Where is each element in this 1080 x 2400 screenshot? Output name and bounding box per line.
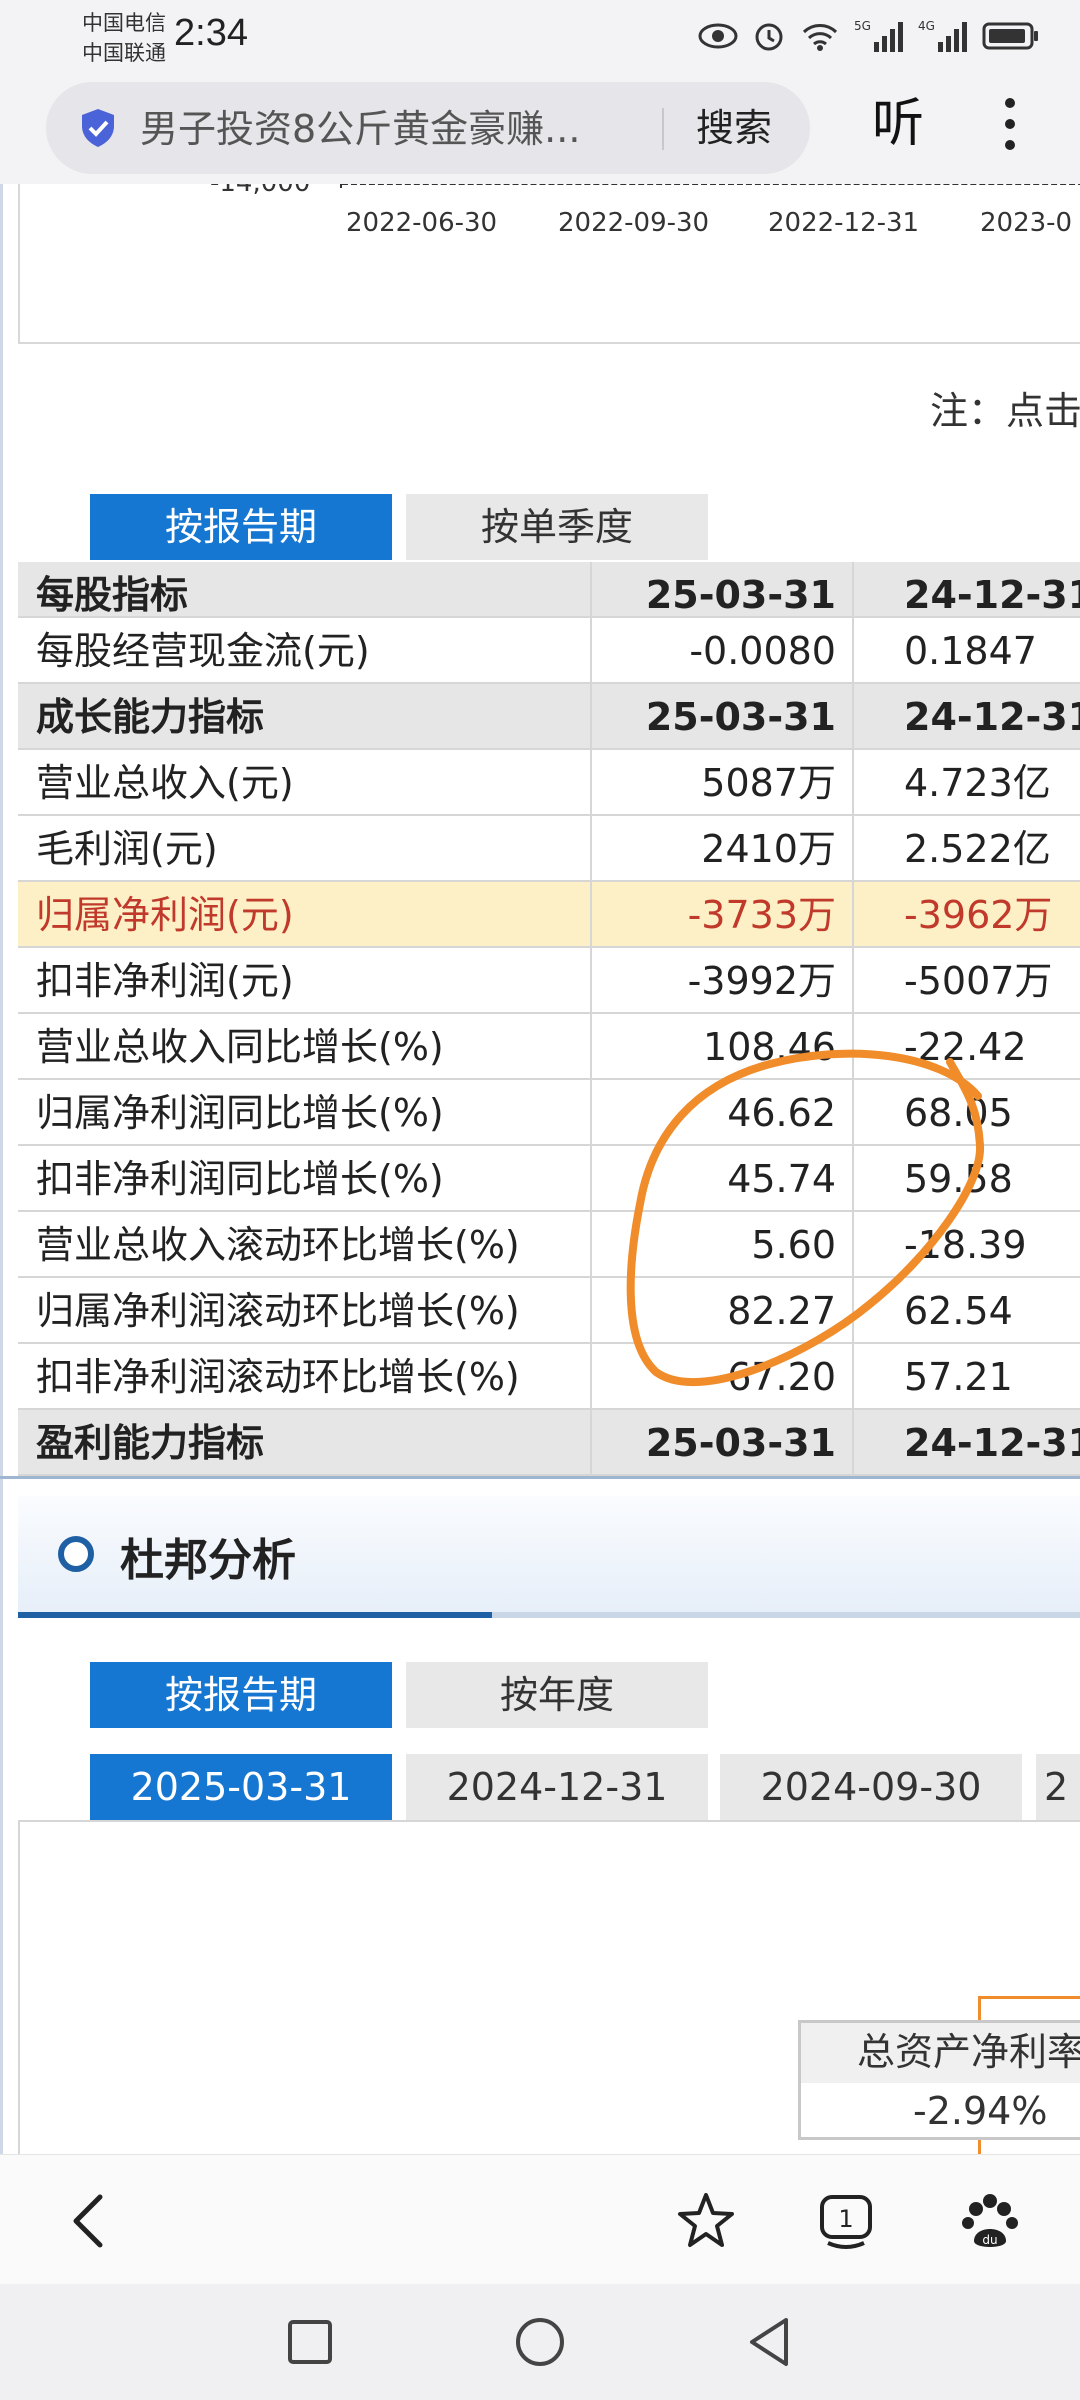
svg-text:5G: 5G <box>854 19 871 33</box>
back-triangle-icon[interactable] <box>740 2312 800 2372</box>
metric-box-roa[interactable]: 总资产净利率 -2.94% <box>798 2020 1080 2140</box>
tab-dupont-by-year[interactable]: 按年度 <box>406 1662 708 1728</box>
row-label: 营业总收入(元) <box>18 750 592 816</box>
recents-square-icon[interactable] <box>280 2312 340 2372</box>
row-label: 扣非净利润滚动环比增长(%) <box>18 1344 592 1410</box>
table-row: 营业总收入(元) 5087万 4.723亿 <box>18 750 1080 816</box>
row-label: 归属净利润同比增长(%) <box>18 1080 592 1146</box>
value-2025-q1: 25-03-31 <box>592 684 854 750</box>
x-tick-label: 2022-06-30 <box>346 208 498 238</box>
date-tab-next[interactable]: 2 <box>1036 1754 1080 1820</box>
back-icon[interactable] <box>58 2189 122 2253</box>
row-label: 扣非净利润同比增长(%) <box>18 1146 592 1212</box>
value-2024-q4: 24-12-31 <box>904 695 1080 739</box>
carrier-2: 中国联通 <box>82 41 166 65</box>
clock: 2:34 <box>174 12 248 54</box>
row-label: 归属净利润滚动环比增长(%) <box>18 1278 592 1344</box>
value-2024-q4: 2.522亿 <box>904 827 1051 871</box>
date-tab-2024-12-31[interactable]: 2024-12-31 <box>406 1754 708 1820</box>
dupont-underline-accent <box>18 1612 492 1618</box>
carrier-1: 中国电信 <box>82 11 166 35</box>
shield-check-icon <box>82 109 114 147</box>
tab-by-report-period[interactable]: 按报告期 <box>90 494 392 560</box>
zero-dashed-line <box>342 184 1080 185</box>
browser-toolbar: 1 du <box>0 2154 1080 2284</box>
page-content[interactable]: -14,000 2022-06-30 2022-09-30 2022-12-31… <box>0 184 1080 2154</box>
tabs-count-icon[interactable]: 1 <box>814 2189 878 2253</box>
date-tab-2024-09-30[interactable]: 2024-09-30 <box>720 1754 1022 1820</box>
dupont-title: 杜邦分析 <box>120 1535 296 1586</box>
tab-dupont-by-report-period[interactable]: 按报告期 <box>90 1662 392 1728</box>
status-bar: 中国电信 中国联通 2:34 5G 4G <box>0 0 1080 72</box>
row-label: 盈利能力指标 <box>18 1410 592 1476</box>
signal-4g-icon: 4G <box>918 19 967 52</box>
svg-text:1: 1 <box>838 2205 853 2233</box>
y-tick-label: -14,000 <box>210 184 310 198</box>
row-label: 营业总收入同比增长(%) <box>18 1014 592 1080</box>
row-label: 毛利润(元) <box>18 816 592 882</box>
value-2025-q1: 5087万 <box>592 750 854 816</box>
row-label: 每股经营现金流(元) <box>18 618 592 684</box>
left-rule <box>0 184 3 2154</box>
hand-drawn-circle-annotation <box>626 1049 985 1386</box>
more-menu-icon[interactable] <box>990 92 1030 156</box>
home-circle-icon[interactable] <box>510 2312 570 2372</box>
wifi-icon <box>802 24 838 51</box>
table-row: 毛利润(元) 2410万 2.522亿 <box>18 816 1080 882</box>
value-2025-q1: -0.0080 <box>592 618 854 684</box>
x-tick-label: 2022-12-31 <box>768 208 920 238</box>
row-label: 营业总收入滚动环比增长(%) <box>18 1212 592 1278</box>
listen-button[interactable]: 听 <box>872 94 924 154</box>
system-nav-bar <box>0 2284 1080 2400</box>
circle-bullet-icon <box>58 1536 94 1572</box>
table-row: 每股经营现金流(元) -0.0080 0.1847 <box>18 618 1080 684</box>
section-separator <box>0 1476 1080 1479</box>
star-bookmark-icon[interactable] <box>674 2189 738 2253</box>
value-2024-q4: 4.723亿 <box>904 761 1051 805</box>
note-text: 注：点击 <box>930 389 1080 433</box>
chart-panel: -14,000 2022-06-30 2022-09-30 2022-12-31… <box>18 184 1080 344</box>
search-button[interactable]: 搜索 <box>696 104 772 152</box>
signal-5g-icon: 5G <box>854 19 903 52</box>
row-label: 归属净利润(元) <box>18 882 592 948</box>
metric-value: -2.94% <box>913 2089 1048 2133</box>
carrier-names: 中国电信 中国联通 <box>82 8 166 68</box>
row-label: 成长能力指标 <box>18 684 592 750</box>
address-text[interactable]: 男子投资8公斤黄金豪赚... <box>140 106 680 152</box>
alarm-icon <box>755 23 783 51</box>
eye-icon <box>698 23 738 49</box>
battery-icon <box>982 22 1038 50</box>
address-bar[interactable]: 男子投资8公斤黄金豪赚... 搜索 <box>46 82 810 174</box>
value-2025-q1: 2410万 <box>592 816 854 882</box>
baidu-paw-icon[interactable]: du <box>958 2189 1022 2253</box>
x-tick-label: 2023-0 <box>980 208 1073 238</box>
table-section-header: 成长能力指标 25-03-31 24-12-31 <box>18 684 1080 750</box>
date-tab-2025-03-31[interactable]: 2025-03-31 <box>90 1754 392 1820</box>
tab-by-quarter[interactable]: 按单季度 <box>406 494 708 560</box>
table-section-header: 每股指标 25-03-31 24-12-31 <box>18 562 1080 628</box>
address-divider <box>662 108 664 150</box>
x-tick-label: 2022-09-30 <box>558 208 710 238</box>
value-2024-q4: 0.1847 <box>904 629 1037 673</box>
status-icons: 5G 4G <box>698 14 1040 58</box>
metric-label: 总资产净利率 <box>801 2023 1080 2083</box>
svg-text:du: du <box>982 2233 997 2247</box>
row-label: 扣非净利润(元) <box>18 948 592 1014</box>
svg-text:4G: 4G <box>918 19 935 33</box>
